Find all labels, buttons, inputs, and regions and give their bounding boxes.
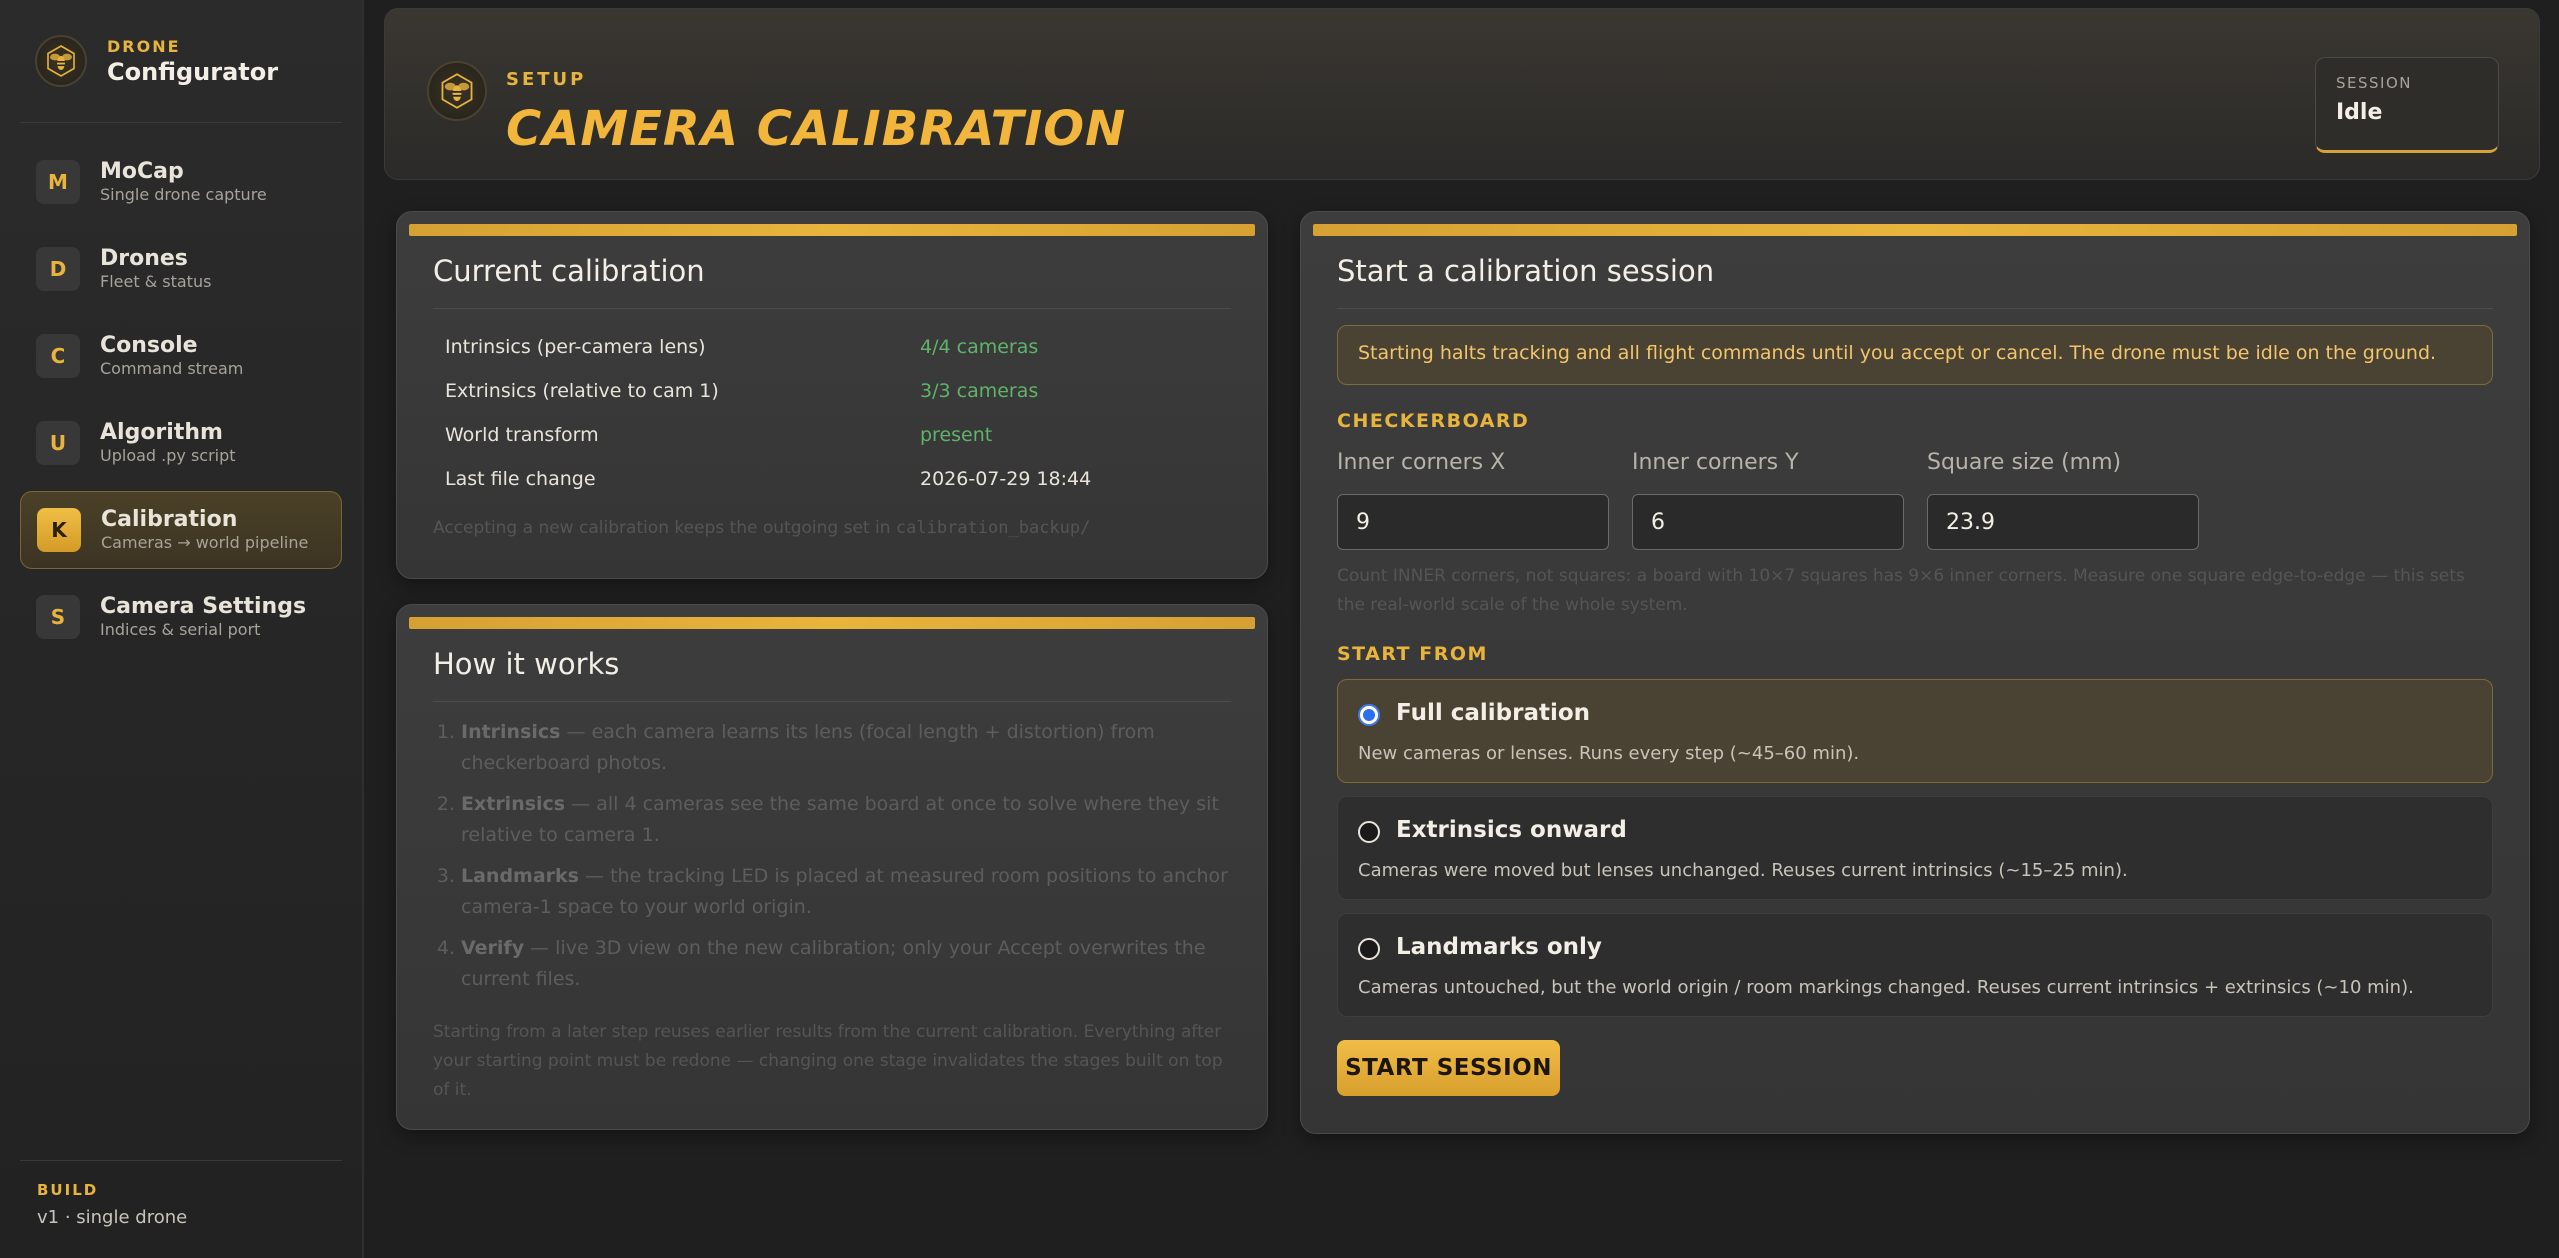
option-landmarks-only[interactable]: Landmarks only Cameras untouched, but th…	[1337, 913, 2493, 1017]
checkerboard-label: CHECKERBOARD	[1337, 410, 1530, 432]
option-full-calibration[interactable]: Full calibration New cameras or lenses. …	[1337, 679, 2493, 783]
nav-badge: C	[36, 334, 80, 378]
start-session-button[interactable]: START SESSION	[1337, 1040, 1560, 1096]
step-text: — all 4 cameras see the same board at on…	[461, 793, 1219, 846]
nav-subtitle: Cameras → world pipeline	[101, 533, 309, 552]
inner-corners-x-input[interactable]	[1337, 494, 1609, 550]
nav-badge: D	[36, 247, 80, 291]
option-description: Cameras untouched, but the world origin …	[1358, 977, 2414, 998]
step-text: — each camera learns its lens (focal len…	[461, 721, 1155, 774]
how-it-works-card: How it works Intrinsics — each camera le…	[396, 604, 1268, 1130]
step-term: Landmarks	[461, 865, 579, 887]
list-item: Extrinsics — all 4 cameras see the same …	[461, 789, 1251, 851]
nav-subtitle: Fleet & status	[100, 272, 212, 291]
sidebar-item-algorithm[interactable]: U Algorithm Upload .py script	[20, 404, 342, 482]
build-version: v1 · single drone	[37, 1207, 188, 1228]
card-title: How it works	[433, 647, 1231, 702]
nav-title: Calibration	[101, 507, 238, 532]
nav-subtitle: Upload .py script	[100, 446, 236, 465]
nav-title: Drones	[100, 246, 188, 271]
option-description: New cameras or lenses. Runs every step (…	[1358, 743, 1860, 764]
row-value: 2026-07-29 18:44	[920, 468, 1092, 490]
step-term: Extrinsics	[461, 793, 566, 815]
step-term: Verify	[461, 937, 525, 959]
sidebar: DRONE Configurator M MoCap Single drone …	[0, 0, 364, 1258]
step-term: Intrinsics	[461, 721, 561, 743]
card-accent-bar	[409, 224, 1255, 236]
field-label: Inner corners Y	[1632, 450, 1799, 475]
row-label: Extrinsics (relative to cam 1)	[445, 380, 719, 402]
radio-unselected[interactable]	[1358, 821, 1380, 843]
warning-banner: Starting halts tracking and all flight c…	[1337, 325, 2493, 385]
start-session-card: Start a calibration session Starting hal…	[1300, 211, 2530, 1134]
nav-title: MoCap	[100, 159, 184, 184]
nav-badge: U	[36, 421, 80, 465]
step-text: — live 3D view on the new calibration; o…	[461, 937, 1206, 990]
nav-subtitle: Single drone capture	[100, 185, 267, 204]
radio-unselected[interactable]	[1358, 938, 1380, 960]
brand-name: Configurator	[107, 57, 279, 86]
nav-badge: S	[36, 595, 80, 639]
page-header: SETUP CAMERA CALIBRATION SESSION Idle	[384, 8, 2540, 180]
main-content: SETUP CAMERA CALIBRATION SESSION Idle Cu…	[364, 0, 2559, 1258]
field-label: Inner corners X	[1337, 450, 1506, 475]
checkerboard-hint: Count INNER corners, not squares: a boar…	[1337, 566, 2465, 615]
row-value: 4/4 cameras	[920, 336, 1039, 358]
sidebar-item-drones[interactable]: D Drones Fleet & status	[20, 230, 342, 308]
backup-folder: calibration_backup/	[895, 518, 1091, 538]
build-info: BUILD v1 · single drone	[20, 1160, 342, 1228]
start-from-label: START FROM	[1337, 643, 1488, 665]
option-extrinsics-onward[interactable]: Extrinsics onward Cameras were moved but…	[1337, 796, 2493, 900]
nav-title: Camera Settings	[100, 594, 307, 619]
option-title: Landmarks only	[1396, 934, 1602, 960]
how-footer-note: Starting from a later step reuses earlie…	[433, 1022, 1223, 1100]
nav-badge: M	[36, 160, 80, 204]
nav-badge: K	[37, 508, 81, 552]
session-status: SESSION Idle	[2315, 57, 2499, 153]
bee-icon	[35, 35, 87, 87]
card-title: Current calibration	[433, 254, 1231, 309]
sidebar-item-calibration[interactable]: K Calibration Cameras → world pipeline	[20, 491, 342, 569]
row-label: World transform	[445, 424, 599, 446]
inner-corners-y-input[interactable]	[1632, 494, 1904, 550]
list-item: Landmarks — the tracking LED is placed a…	[461, 861, 1251, 923]
option-title: Extrinsics onward	[1396, 817, 1627, 843]
page-eyebrow: SETUP	[506, 69, 587, 90]
session-value: Idle	[2336, 100, 2383, 125]
steps-list: Intrinsics — each camera learns its lens…	[433, 717, 1251, 1005]
list-item: Verify — live 3D view on the new calibra…	[461, 933, 1251, 995]
current-calibration-card: Current calibration Intrinsics (per-came…	[396, 211, 1268, 579]
nav-subtitle: Indices & serial port	[100, 620, 261, 639]
card-title: Start a calibration session	[1337, 254, 2493, 309]
brand-eyebrow: DRONE	[107, 36, 181, 56]
field-label: Square size (mm)	[1927, 450, 2122, 475]
radio-selected[interactable]	[1358, 704, 1380, 726]
list-item: Intrinsics — each camera learns its lens…	[461, 717, 1251, 779]
sidebar-item-camera-settings[interactable]: S Camera Settings Indices & serial port	[20, 578, 342, 656]
brand: DRONE Configurator	[20, 0, 342, 123]
backup-note: Accepting a new calibration keeps the ou…	[433, 518, 1090, 538]
nav-title: Console	[100, 333, 198, 358]
page-title: CAMERA CALIBRATION	[506, 101, 1127, 157]
bee-icon	[427, 61, 487, 121]
nav-subtitle: Command stream	[100, 359, 244, 378]
row-value: 3/3 cameras	[920, 380, 1039, 402]
nav-title: Algorithm	[100, 420, 223, 445]
sidebar-nav: M MoCap Single drone capture D Drones Fl…	[20, 143, 342, 656]
option-title: Full calibration	[1396, 700, 1591, 726]
option-description: Cameras were moved but lenses unchanged.…	[1358, 860, 2128, 881]
row-value: present	[920, 424, 993, 446]
card-accent-bar	[409, 617, 1255, 629]
backup-note-text: Accepting a new calibration keeps the ou…	[433, 518, 896, 538]
square-size-input[interactable]	[1927, 494, 2199, 550]
build-label: BUILD	[37, 1181, 99, 1199]
row-label: Last file change	[445, 468, 596, 490]
card-accent-bar	[1313, 224, 2517, 236]
sidebar-item-mocap[interactable]: M MoCap Single drone capture	[20, 143, 342, 221]
sidebar-item-console[interactable]: C Console Command stream	[20, 317, 342, 395]
session-label: SESSION	[2336, 74, 2412, 92]
row-label: Intrinsics (per-camera lens)	[445, 336, 706, 358]
